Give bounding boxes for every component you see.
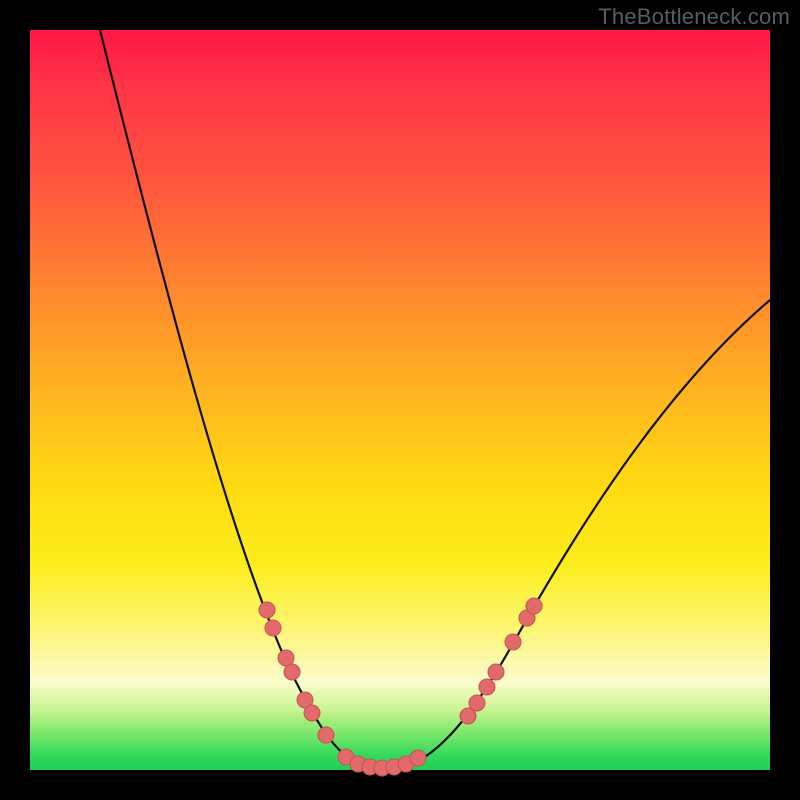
bottleneck-curve — [100, 30, 770, 769]
data-bead — [284, 664, 300, 680]
curve-svg — [30, 30, 770, 770]
data-bead — [469, 695, 485, 711]
data-bead — [488, 664, 504, 680]
data-bead — [318, 727, 334, 743]
plot-area — [30, 30, 770, 770]
beads-group — [259, 598, 542, 776]
data-bead — [304, 705, 320, 721]
data-bead — [505, 634, 521, 650]
data-bead — [410, 750, 426, 766]
chart-frame: TheBottleneck.com — [0, 0, 800, 800]
watermark-text: TheBottleneck.com — [598, 4, 790, 30]
data-bead — [526, 598, 542, 614]
data-bead — [265, 620, 281, 636]
data-bead — [479, 679, 495, 695]
data-bead — [259, 602, 275, 618]
